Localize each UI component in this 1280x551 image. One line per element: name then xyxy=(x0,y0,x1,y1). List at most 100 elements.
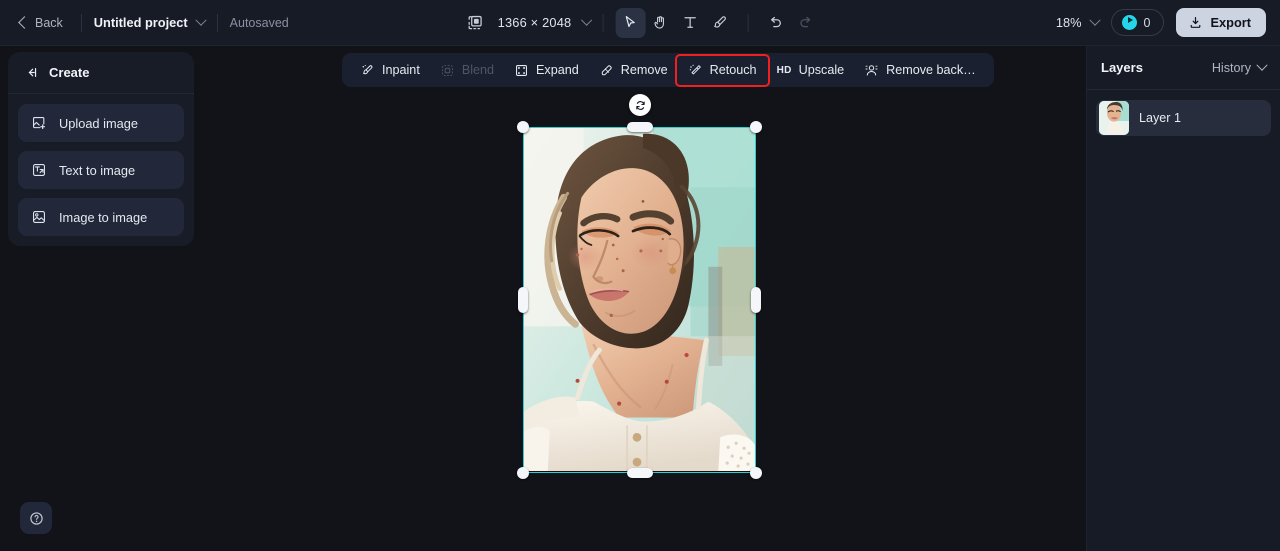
help-button[interactable] xyxy=(20,502,52,534)
remove-background-icon xyxy=(865,64,878,76)
export-button[interactable]: Export xyxy=(1176,8,1266,37)
top-bar-left: Back Untitled project Autosaved xyxy=(0,11,289,35)
resize-handle-right[interactable] xyxy=(751,287,761,313)
canvas-size-chevron-down-icon[interactable] xyxy=(580,14,593,26)
blend-icon xyxy=(441,64,453,76)
project-name[interactable]: Untitled project xyxy=(94,15,188,30)
resize-canvas-icon xyxy=(468,15,482,30)
resize-handle-top[interactable] xyxy=(626,122,653,132)
resize-handle-left[interactable] xyxy=(518,287,528,313)
image-editor-app: Back Untitled project Autosaved 1366 × 2… xyxy=(0,0,1280,551)
redo-icon xyxy=(800,16,810,27)
history-toggle[interactable]: History xyxy=(1211,59,1268,75)
selected-image-frame[interactable] xyxy=(523,127,756,473)
resize-handle-bottom-left[interactable] xyxy=(517,467,529,479)
image-selection[interactable] xyxy=(517,121,762,479)
credits-badge[interactable]: 0 xyxy=(1110,9,1165,36)
text-to-image-icon xyxy=(33,164,45,176)
question-mark-icon xyxy=(29,511,43,525)
undo-button[interactable] xyxy=(760,8,790,38)
layer-thumbnail xyxy=(1099,101,1129,135)
upload-image-label: Upload image xyxy=(59,115,138,131)
divider xyxy=(216,13,218,32)
select-tool-button[interactable] xyxy=(615,7,646,38)
image-actions-toolbar: Inpaint Blend Expand Remove Retouch HD U… xyxy=(342,53,994,87)
image-to-image-icon xyxy=(33,211,45,223)
back-button[interactable]: Back xyxy=(14,11,69,35)
top-bar-tools: 1366 × 2048 xyxy=(460,7,821,38)
image-to-image-button[interactable]: Image to image xyxy=(18,198,184,236)
canvas-size-value[interactable]: 1366 × 2048 xyxy=(498,15,572,30)
hd-icon: HD xyxy=(776,64,792,76)
download-icon xyxy=(1191,16,1201,28)
brush-tool-button[interactable] xyxy=(705,8,735,38)
hand-tool-button[interactable] xyxy=(645,8,675,38)
resize-handle-bottom[interactable] xyxy=(626,468,653,478)
text-to-image-button[interactable]: Text to image xyxy=(18,151,184,189)
layers-panel-header: Layers History xyxy=(1087,46,1280,90)
resize-handle-bottom-right[interactable] xyxy=(750,467,762,479)
upscale-button[interactable]: HD Upscale xyxy=(767,57,855,83)
eraser-icon xyxy=(601,64,612,75)
inpaint-brush-icon xyxy=(362,64,373,74)
blend-button[interactable]: Blend xyxy=(430,57,504,84)
rotate-icon xyxy=(635,100,645,110)
inpaint-button[interactable]: Inpaint xyxy=(350,57,430,84)
remove-button[interactable]: Remove xyxy=(589,57,678,84)
zoom-chevron-down-icon[interactable] xyxy=(1088,14,1101,26)
remove-background-label: Remove back… xyxy=(886,63,976,77)
expand-icon xyxy=(516,64,528,76)
divider xyxy=(602,13,604,32)
history-chevron-down-icon xyxy=(1256,59,1268,71)
rotate-handle[interactable] xyxy=(629,94,651,116)
zoom-level-value[interactable]: 18% xyxy=(1056,15,1082,30)
back-label: Back xyxy=(35,15,63,30)
create-panel-title: Create xyxy=(49,65,90,80)
divider xyxy=(80,13,82,32)
layers-panel-title: Layers xyxy=(1101,60,1143,75)
credit-coin-icon xyxy=(1121,15,1137,30)
export-label: Export xyxy=(1210,15,1251,30)
divider xyxy=(747,13,749,32)
remove-label: Remove xyxy=(620,63,668,77)
expand-button[interactable]: Expand xyxy=(504,57,589,84)
layers-list: Layer 1 xyxy=(1087,90,1280,146)
retouch-button[interactable]: Retouch xyxy=(674,53,770,87)
layer-thumbnail-image xyxy=(1099,101,1129,135)
upscale-label: Upscale xyxy=(798,63,845,77)
blend-label: Blend xyxy=(461,63,495,77)
expand-label: Expand xyxy=(536,63,579,77)
create-panel-items: Upload image Text to image Image to imag… xyxy=(8,94,194,246)
layers-panel: Layers History Layer 1 xyxy=(1086,46,1280,551)
collapse-panel-icon[interactable] xyxy=(24,65,39,80)
credits-count: 0 xyxy=(1143,15,1151,30)
chevron-left-icon xyxy=(18,16,31,29)
inpaint-label: Inpaint xyxy=(382,63,420,77)
portrait-photo xyxy=(524,128,755,472)
retouch-label: Retouch xyxy=(709,63,757,77)
cursor-arrow-icon xyxy=(625,15,636,28)
history-label: History xyxy=(1211,60,1251,75)
create-panel-header: Create xyxy=(8,52,194,94)
redo-button[interactable] xyxy=(790,8,820,38)
remove-background-button[interactable]: Remove back… xyxy=(854,57,986,84)
text-icon xyxy=(684,17,697,28)
text-to-image-label: Text to image xyxy=(59,162,136,178)
top-bar-right: 18% 0 Export xyxy=(1056,8,1266,37)
top-bar: Back Untitled project Autosaved 1366 × 2… xyxy=(0,0,1280,46)
hand-icon xyxy=(654,16,665,29)
upload-image-icon xyxy=(33,117,46,130)
zoom-control[interactable]: 18% xyxy=(1056,14,1101,30)
image-to-image-label: Image to image xyxy=(59,209,148,225)
layer-name: Layer 1 xyxy=(1139,111,1182,125)
resize-handle-top-left[interactable] xyxy=(517,121,529,133)
chevron-down-icon[interactable] xyxy=(194,14,207,26)
autosaved-status: Autosaved xyxy=(229,15,289,30)
resize-canvas-button[interactable] xyxy=(460,8,490,38)
text-tool-button[interactable] xyxy=(675,8,705,38)
layer-row[interactable]: Layer 1 xyxy=(1096,100,1271,136)
upload-image-button[interactable]: Upload image xyxy=(18,104,184,142)
magic-wand-icon xyxy=(689,64,701,74)
resize-handle-top-right[interactable] xyxy=(750,121,762,133)
undo-icon xyxy=(770,16,781,27)
